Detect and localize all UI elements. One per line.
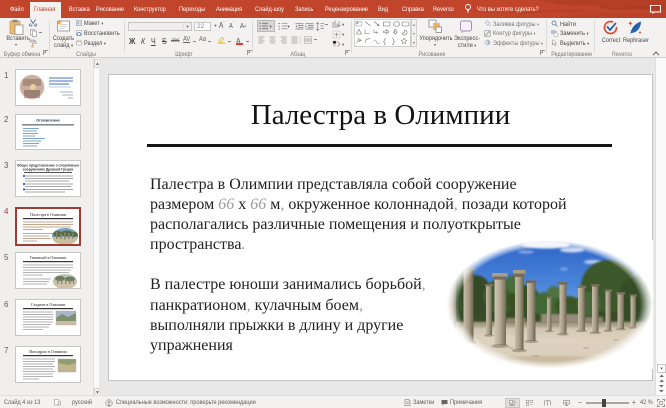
svg-text:Палестра в Олимпии: Палестра в Олимпии [30,212,67,217]
svg-text:Гимнасий в Олимпии: Гимнасий в Олимпии [30,255,68,260]
svg-text:Оглавление: Оглавление [36,118,60,123]
svg-text:Стадион в Олимпии: Стадион в Олимпии [31,302,66,307]
svg-text:сооружениях Древней Греции: сооружениях Древней Греции [23,167,74,171]
svg-text:Ипподром в Олимпии: Ипподром в Олимпии [29,349,67,354]
